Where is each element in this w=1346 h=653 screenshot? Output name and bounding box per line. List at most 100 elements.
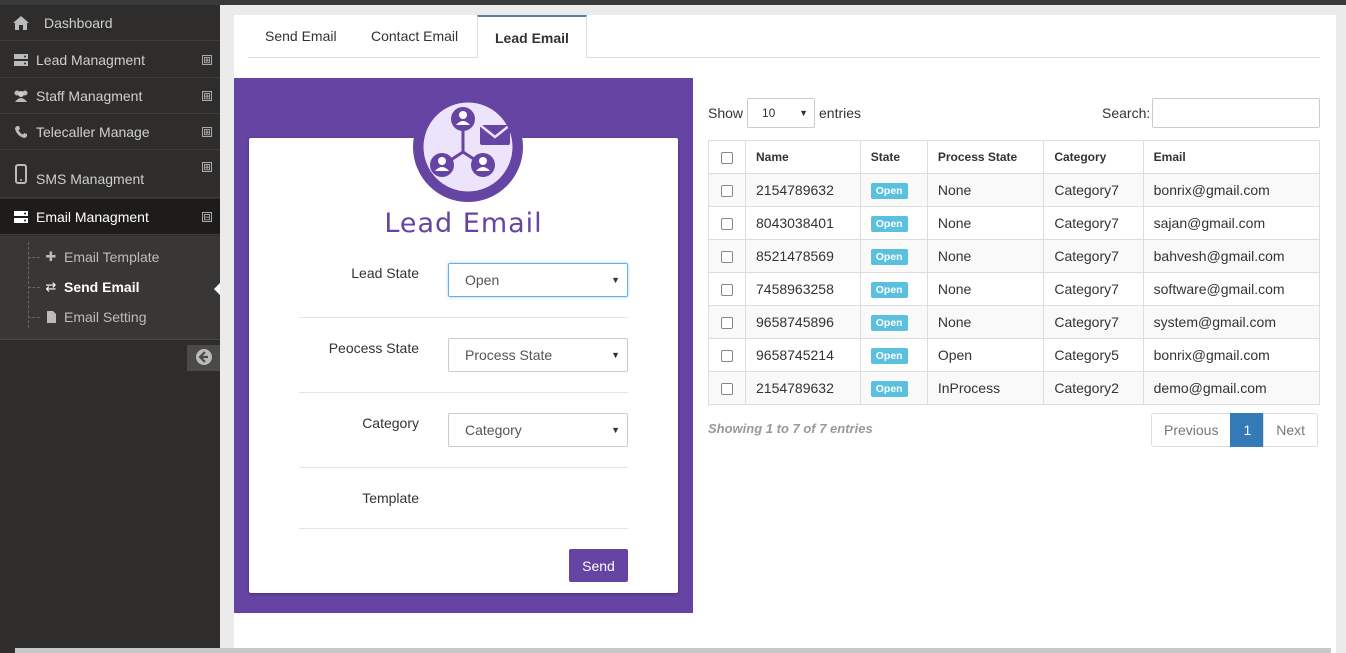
cell-category: Category7 (1043, 206, 1144, 240)
select-all-checkbox[interactable] (721, 151, 733, 164)
lead-state-select[interactable]: Open ▼ (448, 263, 628, 297)
column-header-name[interactable]: Name (745, 140, 861, 174)
cell-name: 9658745896 (745, 305, 861, 339)
row-checkbox[interactable] (721, 284, 733, 297)
table-header-row: Name State Process State Category Email (708, 140, 1321, 174)
previous-page-button[interactable]: Previous (1151, 413, 1232, 447)
table-row: 2154789632 Open InProcess Category2 demo… (708, 371, 1321, 405)
next-page-button[interactable]: Next (1263, 413, 1319, 447)
plus-icon: ✚ (45, 249, 57, 264)
home-icon (12, 14, 30, 32)
lead-email-panel: Lead Email Lead State Open ▼ Peocess Sta… (234, 78, 693, 613)
mobile-icon (12, 163, 30, 184)
cell-email: bahvesh@gmail.com (1142, 239, 1321, 273)
lead-email-logo (413, 92, 523, 202)
state-badge: Open (870, 381, 908, 397)
page-1-button[interactable]: 1 (1230, 413, 1265, 447)
sidebar-item-label: Lead Managment (36, 51, 145, 68)
table-row: 2154789632 Open None Category7 bonrix@gm… (708, 173, 1321, 207)
cell-email: system@gmail.com (1142, 305, 1321, 339)
row-checkbox[interactable] (721, 251, 733, 264)
sidebar: Dashboard Lead Managment ⊞ Staff Managme… (0, 5, 220, 653)
cell-process-state: None (926, 173, 1045, 207)
sidebar-item-label: Email Managment (36, 208, 149, 225)
cell-category: Category7 (1043, 239, 1144, 273)
file-icon (44, 310, 58, 324)
length-label: Show (708, 105, 744, 121)
pagination: Previous 1 Next (1151, 413, 1319, 447)
server-icon (12, 208, 30, 226)
divider (299, 467, 628, 468)
select-all-cell (708, 140, 746, 174)
horizontal-scrollbar[interactable] (15, 648, 1331, 653)
template-label: Template (362, 490, 419, 506)
cell-category: Category2 (1043, 371, 1144, 405)
sidebar-item-email-managment[interactable]: Email Managment ⊟ (0, 199, 220, 235)
phone-icon (12, 123, 30, 141)
cell-name: 2154789632 (745, 173, 861, 207)
category-select[interactable]: Category ▼ (448, 413, 628, 447)
expand-icon: ⊞ (202, 162, 212, 172)
users-icon (12, 87, 30, 105)
submenu-item-send-email[interactable]: ⇄ Send Email (28, 275, 139, 299)
state-badge: Open (870, 249, 908, 265)
state-badge: Open (870, 282, 908, 298)
cell-process-state: Open (926, 338, 1045, 372)
cell-name: 9658745214 (745, 338, 861, 372)
sidebar-item-lead-managment[interactable]: Lead Managment ⊞ (0, 42, 220, 78)
process-state-label: Peocess State (328, 340, 419, 356)
leads-table: Name State Process State Category Email … (708, 140, 1321, 405)
row-checkbox[interactable] (721, 218, 733, 231)
table-row: 9658745896 Open None Category7 system@gm… (708, 305, 1321, 339)
tab-lead-email[interactable]: Lead Email (477, 15, 587, 58)
tab-contact-email[interactable]: Contact Email (354, 15, 475, 58)
submenu-item-email-template[interactable]: ✚ Email Template (28, 245, 159, 269)
column-header-email[interactable]: Email (1142, 140, 1321, 174)
collapse-icon: ⊟ (202, 211, 212, 222)
cell-email: software@gmail.com (1142, 272, 1321, 306)
sidebar-item-dashboard[interactable]: Dashboard (0, 5, 220, 41)
sidebar-item-label: Dashboard (44, 14, 113, 31)
submenu-item-label: Send Email (64, 279, 140, 295)
submenu-item-email-setting[interactable]: Email Setting (28, 305, 146, 329)
sidebar-item-telecaller-manage[interactable]: Telecaller Manage ⊞ (0, 114, 220, 150)
row-checkbox[interactable] (721, 350, 733, 363)
tab-send-email[interactable]: Send Email (248, 15, 354, 58)
column-header-state[interactable]: State (859, 140, 928, 174)
column-header-process-state[interactable]: Process State (926, 140, 1045, 174)
row-checkbox[interactable] (721, 383, 733, 396)
sidebar-item-label: Staff Managment (36, 87, 143, 104)
arrow-left-circle-icon (195, 348, 213, 369)
divider (299, 528, 628, 529)
caret-down-icon: ▼ (799, 108, 808, 118)
sidebar-item-staff-managment[interactable]: Staff Managment ⊞ (0, 78, 220, 114)
lead-state-label: Lead State (351, 265, 419, 281)
row-checkbox[interactable] (721, 185, 733, 198)
cell-category: Category5 (1043, 338, 1144, 372)
process-state-select[interactable]: Process State ▼ (448, 338, 628, 372)
send-button[interactable]: Send (569, 549, 628, 582)
submenu-item-label: Email Setting (64, 309, 147, 325)
cell-category: Category7 (1043, 272, 1144, 306)
sidebar-item-sms-managment[interactable]: SMS Managment ⊞ (0, 150, 220, 198)
cell-category: Category7 (1043, 305, 1144, 339)
tab-bar: Send Email Contact Email Lead Email (248, 15, 1320, 58)
submenu-item-label: Email Template (64, 249, 160, 265)
row-checkbox[interactable] (721, 317, 733, 330)
active-pointer (214, 283, 220, 295)
table-row: 8521478569 Open None Category7 bahvesh@g… (708, 239, 1321, 273)
column-header-category[interactable]: Category (1043, 140, 1144, 174)
form-title: Lead Email (384, 208, 543, 239)
divider (299, 317, 628, 318)
search-input[interactable] (1152, 98, 1320, 128)
cell-process-state: None (926, 305, 1045, 339)
page-length-select[interactable]: 10 ▼ (747, 98, 815, 128)
expand-icon: ⊞ (202, 90, 212, 101)
sidebar-collapse-button[interactable] (187, 345, 220, 371)
main-content: Send Email Contact Email Lead Email Lead… (234, 15, 1336, 653)
state-badge: Open (870, 348, 908, 364)
state-badge: Open (870, 183, 908, 199)
cell-process-state: None (926, 239, 1045, 273)
cell-name: 2154789632 (745, 371, 861, 405)
cell-process-state: InProcess (926, 371, 1045, 405)
